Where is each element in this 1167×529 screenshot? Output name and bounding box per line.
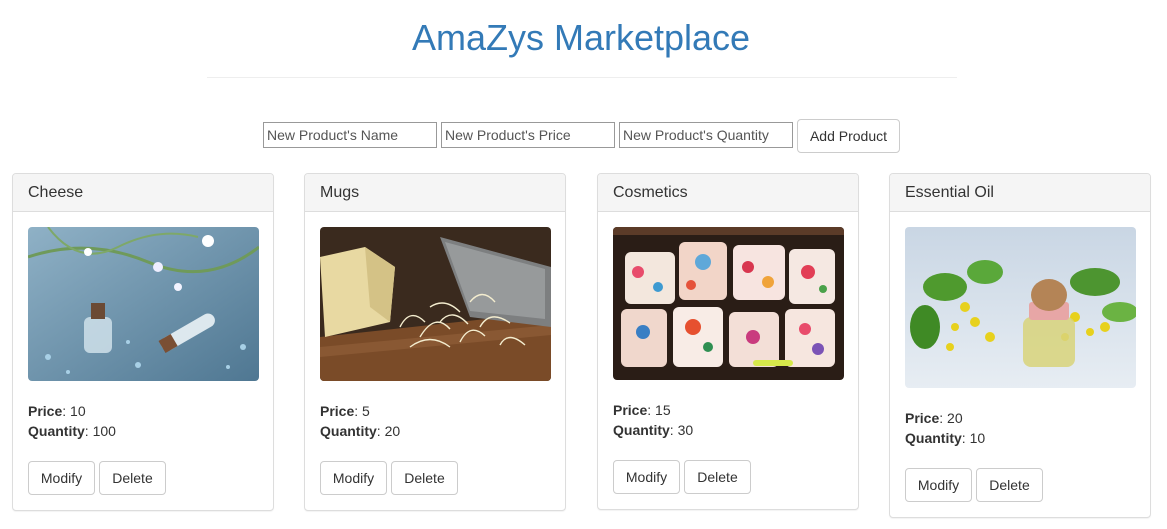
product-info: Price: 5 Quantity: 20 xyxy=(320,401,400,441)
product-name-input[interactable] xyxy=(263,122,437,148)
quantity-value: 10 xyxy=(969,430,986,446)
quantity-row: Quantity: 100 xyxy=(28,423,116,439)
modify-button[interactable]: Modify xyxy=(613,460,680,494)
product-name: Mugs xyxy=(305,174,565,212)
price-label: Price xyxy=(613,402,648,418)
price-value: 5 xyxy=(362,403,370,419)
product-info: Price: 10 Quantity: 100 xyxy=(28,401,116,441)
price-label: Price xyxy=(28,403,63,419)
product-info: Price: 15 Quantity: 30 xyxy=(613,400,693,440)
price-row: Price: 5 xyxy=(320,403,370,419)
product-card-cosmetics: Cosmetics Price: 15 Quantity: 30 Modify … xyxy=(597,173,859,510)
delete-button[interactable]: Delete xyxy=(976,468,1043,502)
price-row: Price: 20 xyxy=(905,410,963,426)
product-image xyxy=(320,227,551,381)
product-card-mugs: Mugs Price: 5 Quantity: 20 Modify Delete xyxy=(304,173,566,511)
product-info: Price: 20 Quantity: 10 xyxy=(905,408,985,448)
add-product-button[interactable]: Add Product xyxy=(797,119,900,153)
essential-oil-bottles-photo xyxy=(28,227,259,381)
modify-button[interactable]: Modify xyxy=(28,461,95,495)
modify-button[interactable]: Modify xyxy=(905,468,972,502)
quantity-row: Quantity: 10 xyxy=(905,430,986,446)
product-card-essential-oil: Essential Oil Price: 20 Quantity: 10 Mod… xyxy=(889,173,1151,518)
title-divider xyxy=(207,77,957,78)
price-label: Price xyxy=(905,410,940,426)
delete-button[interactable]: Delete xyxy=(99,461,166,495)
colorful-mugs-photo xyxy=(613,227,844,380)
price-value: 10 xyxy=(70,403,86,419)
product-image xyxy=(28,227,259,381)
modify-button[interactable]: Modify xyxy=(320,461,387,495)
product-name: Cosmetics xyxy=(598,174,858,212)
product-quantity-input[interactable] xyxy=(619,122,793,148)
price-value: 20 xyxy=(947,410,963,426)
quantity-label: Quantity xyxy=(320,423,377,439)
price-row: Price: 10 xyxy=(28,403,86,419)
delete-button[interactable]: Delete xyxy=(391,461,458,495)
quantity-value: 30 xyxy=(677,422,694,438)
product-name: Essential Oil xyxy=(890,174,1150,212)
quantity-row: Quantity: 30 xyxy=(613,422,694,438)
quantity-row: Quantity: 20 xyxy=(320,423,401,439)
grated-cheese-photo xyxy=(320,227,551,381)
product-image xyxy=(905,227,1136,388)
product-name: Cheese xyxy=(13,174,273,212)
delete-button[interactable]: Delete xyxy=(684,460,751,494)
product-price-input[interactable] xyxy=(441,122,615,148)
price-row: Price: 15 xyxy=(613,402,671,418)
product-image xyxy=(613,227,844,380)
product-card-cheese: Cheese Price: 10 Quantity: 100 Modify De… xyxy=(12,173,274,511)
page-title: AmaZys Marketplace xyxy=(411,17,751,58)
quantity-label: Quantity xyxy=(28,423,85,439)
price-label: Price xyxy=(320,403,355,419)
quantity-value: 20 xyxy=(384,423,401,439)
quantity-value: 100 xyxy=(92,423,116,439)
quantity-label: Quantity xyxy=(613,422,670,438)
oil-bottle-flowers-photo xyxy=(905,227,1136,388)
price-value: 15 xyxy=(655,402,671,418)
quantity-label: Quantity xyxy=(905,430,962,446)
